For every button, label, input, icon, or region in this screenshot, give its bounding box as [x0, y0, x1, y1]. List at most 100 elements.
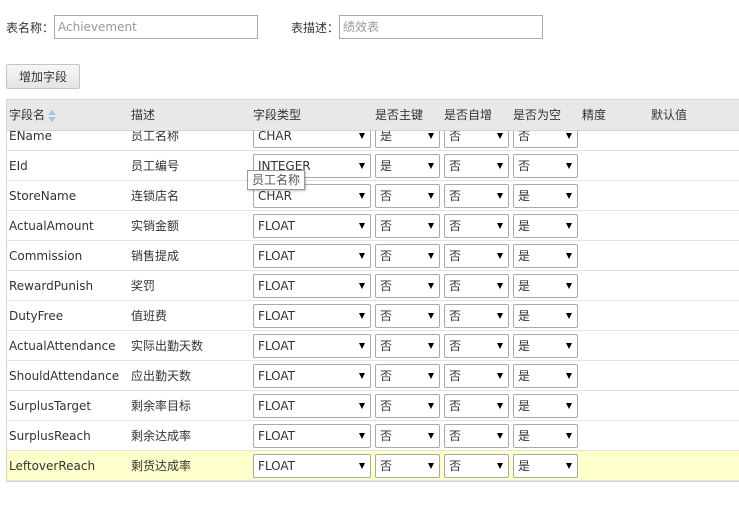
dropdown-arrow-icon: [359, 283, 365, 289]
auto-increment-select-value: 否: [449, 429, 462, 443]
field-name-cell: ShouldAttendance: [9, 369, 120, 383]
nullable-select[interactable]: 是: [513, 334, 578, 358]
auto-increment-select[interactable]: 否: [444, 184, 509, 208]
field-type-select[interactable]: FLOAT: [253, 214, 371, 238]
primary-key-select[interactable]: 否: [375, 214, 440, 238]
table-row[interactable]: EId 员工编号 INTEGER 是否否: [7, 151, 739, 181]
field-type-select[interactable]: FLOAT: [253, 424, 371, 448]
dropdown-arrow-icon: [566, 343, 572, 349]
field-type-select[interactable]: FLOAT: [253, 364, 371, 388]
table-name-input[interactable]: [54, 15, 259, 39]
auto-increment-select[interactable]: 否: [444, 364, 509, 388]
primary-key-select[interactable]: 否: [375, 184, 440, 208]
fields-grid: EName 员工名称 CHAR 是否否 EId 员工编号 INTEGER 是否否 StoreNa…: [6, 99, 739, 482]
nullable-select[interactable]: 否: [513, 154, 578, 178]
column-header-precision: 精度: [582, 108, 607, 122]
field-type-select[interactable]: FLOAT: [253, 244, 371, 268]
dropdown-arrow-icon: [566, 463, 572, 469]
nullable-select[interactable]: 是: [513, 304, 578, 328]
auto-increment-select[interactable]: 否: [444, 394, 509, 418]
field-type-select[interactable]: FLOAT: [253, 454, 371, 478]
table-row[interactable]: StoreName 连锁店名 CHAR 否否是: [7, 181, 739, 211]
auto-increment-select[interactable]: 否: [444, 154, 509, 178]
field-type-select[interactable]: FLOAT: [253, 394, 371, 418]
nullable-select[interactable]: 是: [513, 394, 578, 418]
column-header-auto-increment: 是否自增: [444, 108, 493, 122]
primary-key-select[interactable]: 否: [375, 274, 440, 298]
column-header-name[interactable]: 字段名: [9, 100, 57, 130]
dropdown-arrow-icon: [428, 163, 434, 169]
field-type-select[interactable]: FLOAT: [253, 274, 371, 298]
field-desc-cell: 实际出勤天数: [131, 339, 204, 353]
field-type-select-value: FLOAT: [258, 309, 296, 323]
table-row[interactable]: SurplusReach 剩余达成率 FLOAT 否 否 是: [7, 421, 739, 451]
auto-increment-select[interactable]: 否: [444, 304, 509, 328]
primary-key-select[interactable]: 否: [375, 364, 440, 388]
field-type-select-value: FLOAT: [258, 429, 296, 443]
field-type-select[interactable]: FLOAT: [253, 304, 371, 328]
primary-key-select[interactable]: 是: [375, 154, 440, 178]
nullable-select[interactable]: 是: [513, 244, 578, 268]
table-row[interactable]: DutyFree 值班费 FLOAT 否 否 是: [7, 301, 739, 331]
auto-increment-select-value: 否: [449, 399, 462, 413]
dropdown-arrow-icon: [566, 373, 572, 379]
field-type-select-value: FLOAT: [258, 339, 296, 353]
add-field-button[interactable]: 增加字段: [6, 64, 80, 89]
column-header-type: 字段类型: [253, 108, 302, 122]
dropdown-arrow-icon: [566, 403, 572, 409]
dropdown-arrow-icon: [497, 163, 503, 169]
dropdown-arrow-icon: [359, 223, 365, 229]
nullable-select[interactable]: 是: [513, 184, 578, 208]
table-desc-input[interactable]: [339, 15, 544, 39]
nullable-select[interactable]: 是: [513, 214, 578, 238]
nullable-select[interactable]: 是: [513, 274, 578, 298]
auto-increment-select[interactable]: 否: [444, 244, 509, 268]
field-desc-cell: 实销金额: [131, 219, 180, 233]
auto-increment-select[interactable]: 否: [444, 424, 509, 448]
nullable-select[interactable]: 是: [513, 424, 578, 448]
primary-key-select[interactable]: 否: [375, 424, 440, 448]
field-type-select[interactable]: FLOAT: [253, 334, 371, 358]
table-row[interactable]: ActualAmount 实销金额 FLOAT 否 否 是: [7, 211, 739, 241]
table-row[interactable]: SurplusTarget 剩余率目标 FLOAT 否 否 是: [7, 391, 739, 421]
primary-key-select[interactable]: 否: [375, 454, 440, 478]
auto-increment-select[interactable]: 否: [444, 274, 509, 298]
table-row[interactable]: LeftoverReach 剩货达成率 FLOAT 否 否 是: [7, 451, 739, 481]
field-desc-cell: 销售提成: [131, 249, 180, 263]
primary-key-select[interactable]: 否: [375, 244, 440, 268]
primary-key-select-value: 否: [380, 279, 393, 293]
dropdown-arrow-icon: [428, 283, 434, 289]
nullable-select-value: 是: [518, 219, 531, 233]
primary-key-select[interactable]: 否: [375, 304, 440, 328]
auto-increment-select-value: 否: [449, 369, 462, 383]
auto-increment-select[interactable]: 否: [444, 334, 509, 358]
primary-key-select-value: 否: [380, 369, 393, 383]
auto-increment-select[interactable]: 否: [444, 454, 509, 478]
nullable-select-value: 是: [518, 309, 531, 323]
nullable-select[interactable]: 是: [513, 364, 578, 388]
auto-increment-select[interactable]: 否: [444, 214, 509, 238]
nullable-select[interactable]: 是: [513, 454, 578, 478]
table-row[interactable]: Commission 销售提成 FLOAT 否 否 是: [7, 241, 739, 271]
dropdown-arrow-icon: [428, 193, 434, 199]
primary-key-select-value: 否: [380, 189, 393, 203]
dropdown-arrow-icon: [497, 343, 503, 349]
table-row[interactable]: ActualAttendance 实际出勤天数 FLOAT 否 否 是: [7, 331, 739, 361]
field-desc-cell: 应出勤天数: [131, 369, 192, 383]
nullable-select-value: 是: [518, 279, 531, 293]
dropdown-arrow-icon: [497, 133, 503, 139]
nullable-select-value: 是: [518, 249, 531, 263]
dropdown-arrow-icon: [566, 313, 572, 319]
primary-key-select-value: 否: [380, 459, 393, 473]
column-header-primary-key: 是否主键: [375, 108, 424, 122]
dropdown-arrow-icon: [566, 193, 572, 199]
primary-key-select[interactable]: 否: [375, 334, 440, 358]
sort-icon[interactable]: [48, 109, 57, 122]
primary-key-select[interactable]: 否: [375, 394, 440, 418]
table-row[interactable]: RewardPunish 奖罚 FLOAT 否 否 是: [7, 271, 739, 301]
dropdown-arrow-icon: [428, 433, 434, 439]
dropdown-arrow-icon: [428, 373, 434, 379]
table-row[interactable]: ShouldAttendance 应出勤天数 FLOAT 否 否 是: [7, 361, 739, 391]
nullable-select-value: 否: [518, 159, 531, 173]
primary-key-select-value: 否: [380, 399, 393, 413]
